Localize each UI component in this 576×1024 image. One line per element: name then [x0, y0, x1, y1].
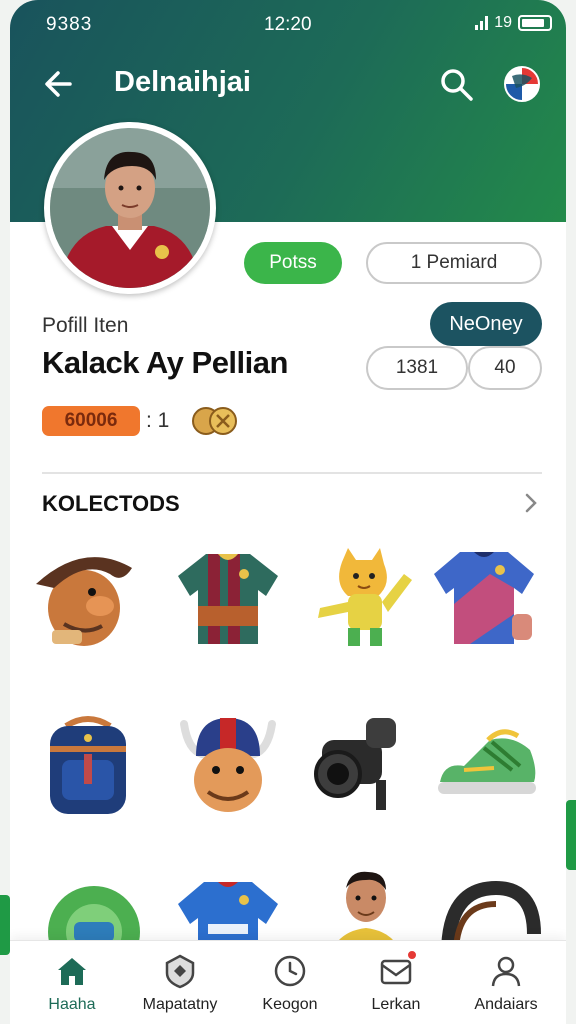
battery-icon	[518, 15, 552, 31]
globe-icon[interactable]	[502, 64, 542, 104]
profile-name: Kalack Ay Pellian	[42, 345, 288, 380]
page-title: Delnaihjai	[114, 66, 251, 98]
status-left-text: 9383	[46, 14, 93, 35]
coin-icon	[192, 407, 237, 435]
backpack-icon[interactable]	[34, 710, 142, 818]
nav-label-profile: Andaiars	[474, 996, 538, 1013]
stat-box-secondary[interactable]: 40	[468, 346, 542, 390]
signal-icon	[475, 16, 489, 30]
premium-button[interactable]: 1 Pemiard	[366, 242, 542, 284]
status-time: 12:20	[264, 14, 312, 35]
nav-item-clock[interactable]: Keogon	[230, 941, 350, 1024]
collections-title: KOLECTODS	[42, 491, 180, 516]
avatar-portrait-image	[50, 128, 210, 288]
chevron-right-icon[interactable]	[520, 490, 542, 516]
stat-box-primary[interactable]: 1381	[366, 346, 468, 390]
edge-accent-right	[566, 800, 576, 870]
jersey-blue-icon[interactable]	[430, 544, 538, 652]
avatar[interactable]	[44, 122, 216, 294]
notification-badge	[406, 949, 418, 961]
app-screen: 9383 12:20 19 Delnaihjai Potss 1 Pemiard…	[10, 0, 566, 1024]
posts-button[interactable]: Potss	[244, 242, 342, 284]
nav-item-profile[interactable]: Andaiars	[446, 941, 566, 1024]
search-icon[interactable]	[438, 66, 474, 102]
status-right-group: 19	[475, 14, 552, 32]
nav-item-shield[interactable]: Mapatatny	[120, 941, 240, 1024]
edge-accent-left	[0, 895, 10, 955]
sneaker-icon[interactable]	[434, 710, 542, 818]
profile-subtitle: Pofill Iten	[42, 314, 129, 337]
home-icon	[58, 958, 86, 985]
nav-label-home: Haaha	[48, 996, 96, 1013]
status-right-text: 19	[494, 14, 512, 31]
clock-icon	[274, 955, 306, 987]
mascot-cat-icon[interactable]	[308, 544, 416, 652]
nav-label-clock: Keogon	[262, 996, 318, 1013]
person-icon	[491, 956, 521, 987]
viking-mascot-icon[interactable]	[174, 710, 282, 818]
status-bar: 9383 12:20 19	[10, 12, 566, 40]
level-count: : 1	[146, 409, 170, 432]
nav-item-home[interactable]: Haaha	[12, 941, 132, 1024]
nav-label-mail: Lerkan	[371, 996, 421, 1013]
bottom-nav: Haaha Mapatatny Keogon Lerkan Andaiars	[10, 940, 566, 1024]
nav-item-mail[interactable]: Lerkan	[336, 941, 456, 1024]
nav-label-shield: Mapatatny	[142, 996, 218, 1013]
camera-icon[interactable]	[302, 710, 410, 818]
arrow-left-icon[interactable]	[40, 64, 80, 104]
shield-icon	[165, 954, 195, 989]
section-divider	[42, 472, 542, 474]
money-button[interactable]: NeOney	[430, 302, 542, 346]
pirate-hat-icon[interactable]	[30, 544, 138, 652]
jersey-red-icon[interactable]	[174, 544, 282, 652]
level-badge: 60006	[42, 406, 140, 436]
